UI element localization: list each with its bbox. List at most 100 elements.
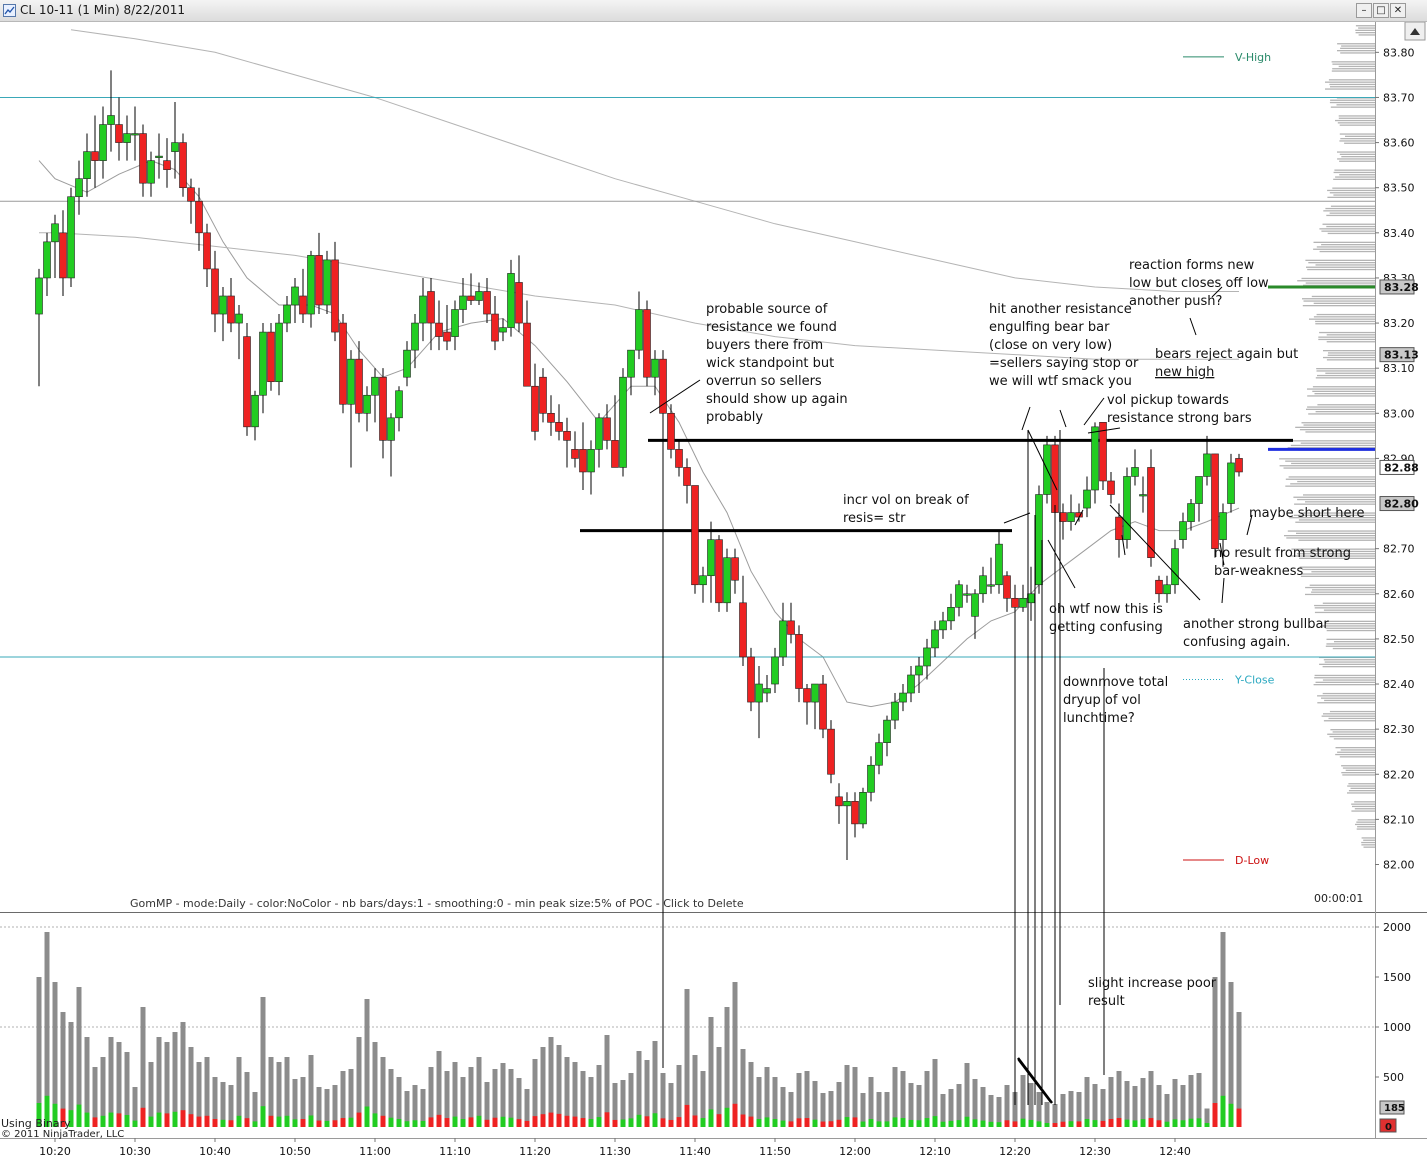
price-tick-label: 83.80 — [1383, 46, 1415, 59]
candle-body — [1203, 453, 1211, 477]
volume-profile-bar — [1332, 647, 1375, 650]
copyright-text: © 2011 NinjaTrader, LLC — [1, 1129, 124, 1140]
volume-profile-bar — [1339, 133, 1375, 135]
candle-body — [819, 683, 827, 730]
volume-profile-bar — [1339, 160, 1375, 162]
volume-profile-bar — [1330, 86, 1375, 88]
volume-profile-bar — [1326, 214, 1375, 217]
volume-profile-bar — [1318, 338, 1375, 341]
chart-app-icon — [3, 4, 16, 17]
restore-button[interactable]: □ — [1373, 3, 1389, 18]
candle-body — [515, 282, 523, 324]
annotation-text: probable source of — [706, 302, 828, 317]
candle-body — [51, 223, 59, 243]
price-marker-label: 83.28 — [1384, 281, 1419, 294]
candle-body — [379, 376, 387, 441]
candle-body — [459, 295, 467, 310]
volume-profile-bar — [1332, 63, 1375, 65]
volume-profile-bar — [1329, 212, 1375, 214]
volume-delta-bar — [300, 1119, 306, 1127]
volume-profile-bar — [1317, 404, 1375, 406]
volume-delta-bar — [596, 1117, 602, 1127]
volume-profile-bar — [1315, 323, 1375, 325]
candle-body — [715, 539, 723, 604]
annotation-text: engulfing bear bar — [989, 320, 1110, 335]
volume-profile-bar — [1355, 29, 1375, 31]
volume-profile-bar — [1334, 169, 1375, 171]
volume-profile-bar — [1337, 751, 1375, 753]
volume-delta-bar — [1028, 1119, 1034, 1127]
candle-body — [435, 322, 443, 337]
volume-profile-bar — [1334, 641, 1375, 643]
volume-profile-bar — [1290, 483, 1375, 485]
candle-body — [1195, 476, 1203, 504]
volume-profile-bar — [1286, 537, 1375, 539]
close-icon: ✕ — [1393, 5, 1403, 16]
volume-profile-bar — [1319, 250, 1375, 253]
volume-profile-bar — [1312, 589, 1375, 591]
price-marker-label: 82.80 — [1384, 498, 1419, 511]
candle-body — [395, 390, 403, 419]
volume-profile-bar — [1317, 695, 1375, 697]
volume-delta-bar — [148, 1116, 154, 1127]
volume-profile-bar — [1306, 266, 1375, 268]
volume-delta-bar — [1188, 1118, 1194, 1127]
volume-delta-bar — [580, 1118, 586, 1127]
candle-body — [1051, 444, 1059, 513]
annotation-text: another push? — [1129, 294, 1222, 309]
annotation-text: resistance strong bars — [1107, 411, 1252, 426]
volume-profile-bar — [1339, 140, 1375, 142]
volume-delta-bar — [1140, 1119, 1146, 1127]
volume-delta-bar — [860, 1121, 866, 1127]
volume-profile-bar — [1361, 837, 1375, 839]
volume-delta-bar — [676, 1117, 682, 1127]
volume-delta-bar — [996, 1122, 1002, 1127]
candle-body — [475, 291, 483, 301]
candle-body — [931, 629, 939, 649]
candle-body — [619, 376, 627, 468]
volume-delta-bar — [732, 1103, 738, 1127]
window-titlebar: CL 10-11 (1 Min) 8/22/2011 – □ ✕ — [0, 0, 1427, 22]
candle-body — [939, 620, 947, 631]
annotation-text: =sellers saying stop or — [989, 356, 1139, 371]
volume-profile-bar — [1327, 733, 1375, 735]
close-button[interactable]: ✕ — [1390, 3, 1406, 18]
volume-delta-bar — [932, 1116, 938, 1127]
candle-body — [35, 277, 43, 315]
minimize-button[interactable]: – — [1356, 3, 1372, 18]
volume-delta-bar — [156, 1112, 162, 1127]
volume-profile-bar — [1283, 467, 1375, 469]
volume-profile-bar — [1323, 713, 1375, 715]
chart-area[interactable]: V-High Y-Close D-Low probable source of resi… — [0, 22, 1427, 1164]
volume-profile-bar — [1324, 661, 1375, 663]
price-tick-label: 83.70 — [1383, 91, 1415, 104]
volume-delta-bar — [1060, 1121, 1066, 1127]
candle-body — [627, 349, 635, 378]
volume-profile-bar — [1302, 298, 1375, 300]
time-tick-label: 11:20 — [519, 1145, 551, 1158]
volume-profile-bar — [1345, 135, 1375, 137]
candle-body — [1107, 480, 1115, 495]
volume-profile-bar — [1357, 819, 1375, 821]
volume-delta-bar — [1100, 1120, 1106, 1127]
volume-delta-bar — [884, 1121, 890, 1127]
volume-delta-bar — [412, 1120, 418, 1127]
minimize-icon: – — [1361, 5, 1367, 16]
volume-profile-bar — [1303, 494, 1375, 496]
candle-body — [1219, 512, 1227, 540]
volume-profile-bar — [1333, 171, 1375, 174]
volume-profile-bar — [1303, 424, 1375, 426]
candle-body — [1123, 476, 1131, 540]
volume-profile-bar — [1326, 629, 1375, 632]
volume-profile-bar — [1316, 246, 1375, 248]
volume-delta-bar — [940, 1121, 946, 1127]
volume-profile-bar — [1309, 318, 1375, 320]
volume-profile-bar — [1279, 465, 1375, 467]
time-tick-label: 10:40 — [199, 1145, 231, 1158]
volume-profile-bar — [1345, 769, 1375, 771]
candle-body — [683, 467, 691, 486]
volume-profile-bar — [1319, 228, 1375, 230]
candle-body — [963, 593, 971, 596]
volume-profile-bar — [1323, 609, 1375, 611]
candle-body — [227, 295, 235, 324]
